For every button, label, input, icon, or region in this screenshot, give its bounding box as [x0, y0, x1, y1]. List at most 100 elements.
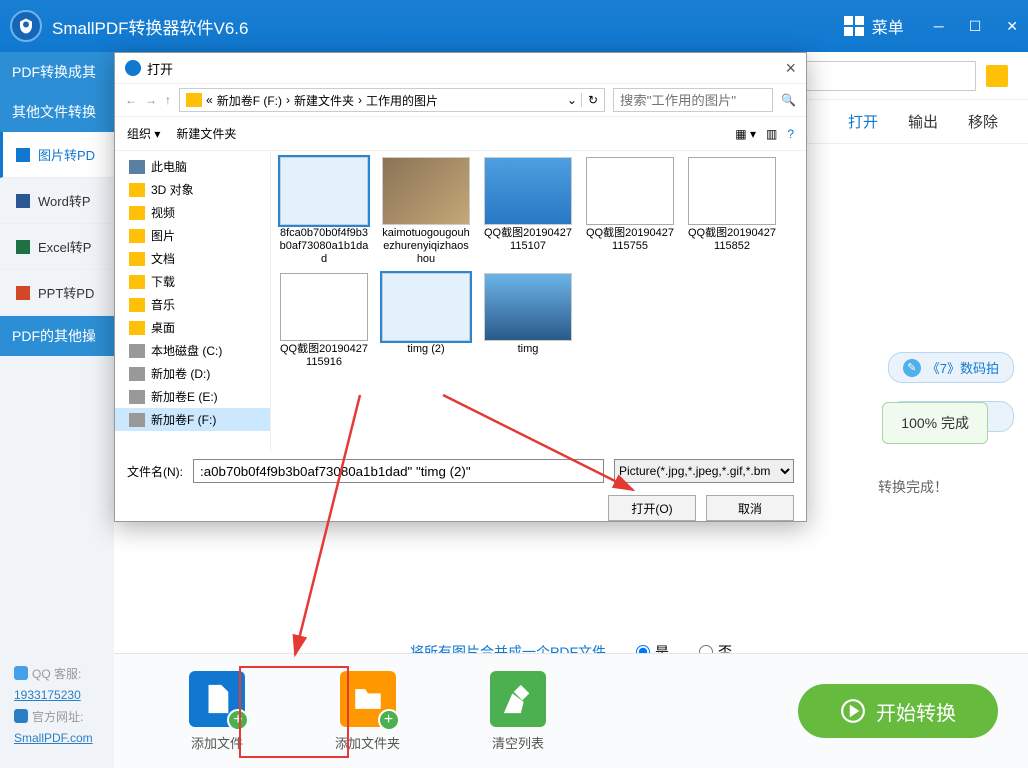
nav-forward-button[interactable]: → [145, 93, 157, 107]
folder-tree[interactable]: 此电脑3D 对象视频图片文档下载音乐桌面本地磁盘 (C:)新加卷 (D:)新加卷… [115, 151, 271, 451]
tree-item[interactable]: 文档 [115, 247, 270, 270]
tree-item[interactable]: 新加卷F (F:) [115, 408, 270, 431]
organize-menu[interactable]: 组织 ▾ [127, 125, 160, 142]
tab-remove[interactable]: 移除 [968, 111, 998, 132]
dialog-search-input[interactable] [613, 88, 773, 112]
app-logo [10, 10, 42, 42]
file-filter-select[interactable]: Picture(*.jpg,*.jpeg,*.gif,*.bm [614, 459, 794, 483]
tree-item[interactable]: 图片 [115, 224, 270, 247]
sidebar-group-2[interactable]: 其他文件转换 [0, 92, 114, 132]
start-convert-button[interactable]: 开始转换 [798, 684, 998, 738]
file-tile[interactable]: timg (2) [379, 273, 473, 369]
globe-icon [14, 709, 28, 723]
add-folder-button[interactable]: + 添加文件夹 [335, 671, 400, 752]
file-thumbnail [280, 157, 368, 225]
sidebar: PDF转换成其 其他文件转换 图片转PD Word转P Excel转P PPT转… [0, 52, 114, 768]
clear-list-button[interactable]: 清空列表 [490, 671, 546, 752]
file-tile[interactable]: QQ截图20190427115107 [481, 157, 575, 267]
image-icon [16, 148, 30, 162]
sidebar-item-excel2pdf[interactable]: Excel转P [0, 224, 114, 270]
status-text: 转换完成！ [878, 477, 948, 497]
word-icon [16, 194, 30, 208]
sidebar-item-ppt2pdf[interactable]: PPT转PD [0, 270, 114, 316]
file-icon: + [189, 671, 245, 727]
filename-input[interactable] [193, 459, 604, 483]
file-thumbnail [382, 273, 470, 341]
file-name: QQ截图20190427115916 [277, 343, 371, 369]
preview-pane-button[interactable]: ▥ [766, 127, 777, 141]
file-name: kaimotuogougouhezhurenyiqizhaoshou [379, 227, 473, 267]
tab-output[interactable]: 输出 [908, 111, 938, 132]
tree-item[interactable]: 新加卷 (D:) [115, 362, 270, 385]
shield-icon [17, 17, 35, 35]
file-tile[interactable]: QQ截图20190427115916 [277, 273, 371, 369]
tree-item[interactable]: 新加卷E (E:) [115, 385, 270, 408]
tab-open[interactable]: 打开 [848, 111, 878, 132]
file-name: QQ截图20190427115755 [583, 227, 677, 253]
ppt-icon [16, 286, 30, 300]
file-tile[interactable]: QQ截图20190427115755 [583, 157, 677, 267]
search-icon[interactable]: 🔍 [781, 93, 796, 107]
tree-item[interactable]: 此电脑 [115, 155, 270, 178]
dialog-toolbar: 组织 ▾ 新建文件夹 ▦ ▾ ▥ ? [115, 117, 806, 151]
file-open-dialog: 打开 × ← → ↑ « 新加卷F (F:) › 新建文件夹 › 工作用的图片 … [114, 52, 807, 522]
folder-icon: + [340, 671, 396, 727]
file-name: QQ截图20190427115107 [481, 227, 575, 253]
menu-button[interactable]: 菜单 [844, 14, 904, 38]
file-tile[interactable]: 8fca0b70b0f4f9b3b0af73080a1b1dad [277, 157, 371, 267]
file-thumbnail [280, 273, 368, 341]
tree-item[interactable]: 桌面 [115, 316, 270, 339]
file-grid[interactable]: 8fca0b70b0f4f9b3b0af73080a1b1dadkaimotuo… [271, 151, 806, 451]
folder-icon [129, 413, 145, 427]
tree-item[interactable]: 音乐 [115, 293, 270, 316]
file-name: timg (2) [405, 343, 446, 356]
nav-back-button[interactable]: ← [125, 93, 137, 107]
file-name: timg [516, 343, 541, 356]
add-file-button[interactable]: + 添加文件 [189, 671, 245, 752]
sidebar-group-3[interactable]: PDF的其他操 [0, 316, 114, 356]
progress-popup: 100% 完成 [882, 402, 988, 444]
grid-icon [844, 16, 864, 36]
file-tile[interactable]: timg [481, 273, 575, 369]
folder-icon [129, 344, 145, 358]
site-link[interactable]: SmallPDF.com [14, 731, 93, 745]
file-name: QQ截图20190427115852 [685, 227, 779, 253]
tree-item[interactable]: 视频 [115, 201, 270, 224]
minimize-button[interactable]: ─ [934, 18, 944, 34]
window-controls: ─ ☐ ✕ [934, 18, 1018, 35]
breadcrumb[interactable]: « 新加卷F (F:) › 新建文件夹 › 工作用的图片 ⌄ ↻ [179, 88, 605, 112]
dialog-title-bar: 打开 × [115, 53, 806, 83]
dialog-navbar: ← → ↑ « 新加卷F (F:) › 新建文件夹 › 工作用的图片 ⌄ ↻ 🔍 [115, 83, 806, 117]
dialog-icon [125, 60, 141, 76]
file-thumbnail [484, 273, 572, 341]
help-button[interactable]: ? [787, 127, 794, 141]
dialog-close-button[interactable]: × [785, 58, 796, 79]
file-tile[interactable]: QQ截图20190427115852 [685, 157, 779, 267]
file-name: 8fca0b70b0f4f9b3b0af73080a1b1dad [277, 227, 371, 267]
folder-icon [129, 298, 145, 312]
tree-item[interactable]: 3D 对象 [115, 178, 270, 201]
sidebar-item-word2pdf[interactable]: Word转P [0, 178, 114, 224]
refresh-button[interactable]: ↻ [581, 93, 598, 107]
qq-link[interactable]: 1933175230 [14, 688, 81, 702]
sidebar-group-1[interactable]: PDF转换成其 [0, 52, 114, 92]
folder-icon [129, 390, 145, 404]
sidebar-item-img2pdf[interactable]: 图片转PD [0, 132, 114, 178]
plus-icon: + [227, 709, 249, 731]
folder-icon [186, 93, 202, 107]
view-mode-button[interactable]: ▦ ▾ [735, 127, 756, 141]
nav-up-button[interactable]: ↑ [165, 93, 171, 107]
browse-folder-button[interactable] [986, 65, 1008, 87]
tree-item[interactable]: 下载 [115, 270, 270, 293]
play-icon [840, 698, 866, 724]
close-button[interactable]: ✕ [1006, 18, 1018, 35]
folder-icon [129, 367, 145, 381]
new-folder-button[interactable]: 新建文件夹 [176, 125, 236, 142]
dialog-open-button[interactable]: 打开(O) [608, 495, 696, 521]
dialog-cancel-button[interactable]: 取消 [706, 495, 794, 521]
titlebar: SmallPDF转换器软件V6.6 菜单 ─ ☐ ✕ [0, 0, 1028, 52]
maximize-button[interactable]: ☐ [969, 18, 982, 35]
tree-item[interactable]: 本地磁盘 (C:) [115, 339, 270, 362]
file-tile[interactable]: kaimotuogougouhezhurenyiqizhaoshou [379, 157, 473, 267]
file-badge-1[interactable]: ✎《7》数码拍 [888, 352, 1014, 383]
